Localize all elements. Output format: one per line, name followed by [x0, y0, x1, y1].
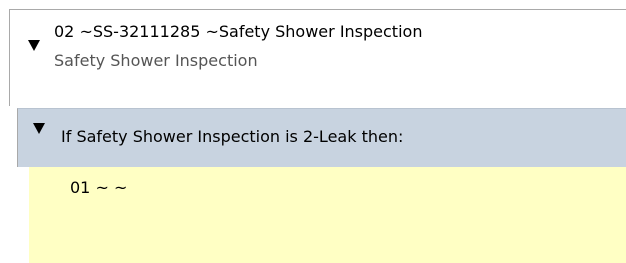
task-header[interactable]: 02 ~SS-32111285 ~Safety Shower Inspectio… [9, 9, 626, 106]
condition-text: If Safety Shower Inspection is 2-Leak th… [61, 127, 404, 146]
task-subtitle: Safety Shower Inspection [54, 51, 258, 70]
condition-body: 01 ~ ~ [29, 167, 626, 263]
workflow-panel: 02 ~SS-32111285 ~Safety Shower Inspectio… [0, 0, 626, 263]
condition-header[interactable]: If Safety Shower Inspection is 2-Leak th… [17, 108, 626, 167]
step-label[interactable]: 01 ~ ~ [70, 178, 127, 198]
task-title: 02 ~SS-32111285 ~Safety Shower Inspectio… [54, 22, 423, 41]
triangle-down-icon[interactable] [33, 123, 45, 134]
triangle-down-icon[interactable] [28, 40, 40, 51]
